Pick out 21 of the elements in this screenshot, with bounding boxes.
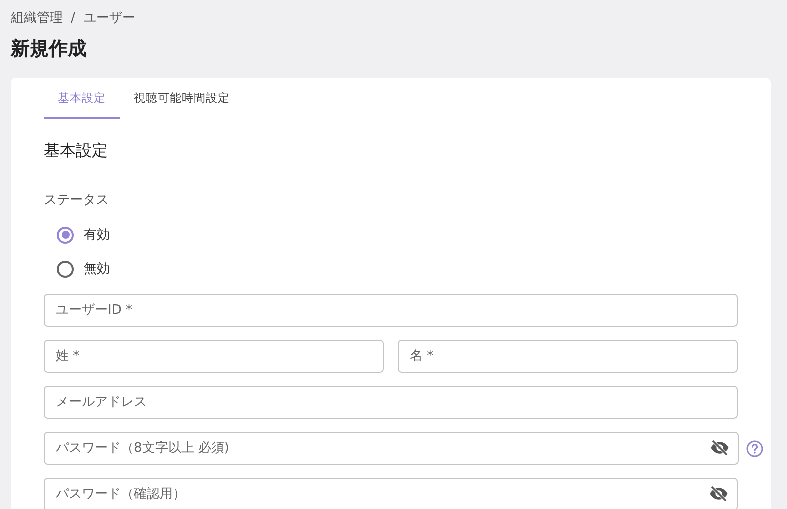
section-title: 基本設定 — [44, 140, 109, 162]
password-field[interactable]: パスワード（確認用） — [44, 478, 738, 509]
input-field[interactable]: ユーザーID * — [44, 294, 738, 327]
help-icon[interactable] — [746, 440, 764, 458]
visibility-off-icon[interactable] — [710, 438, 730, 458]
tab[interactable]: 基本設定 — [44, 78, 120, 119]
input-field[interactable]: 姓 * — [44, 340, 384, 373]
password-field[interactable]: パスワード（8文字以上 必須) — [44, 432, 739, 465]
tab[interactable]: 視聴可能時間設定 — [120, 78, 244, 119]
page-title: 新規作成 — [11, 37, 88, 62]
breadcrumb-item: ユーザー — [83, 10, 136, 27]
input-field[interactable]: メールアドレス — [44, 386, 738, 419]
visibility-off-icon[interactable] — [709, 484, 729, 504]
radio-button[interactable] — [57, 260, 74, 278]
radio-button[interactable] — [57, 226, 74, 244]
radio-label: 無効 — [84, 261, 110, 278]
input-field[interactable]: 名 * — [398, 340, 738, 373]
breadcrumb-separator: / — [71, 10, 76, 26]
radio-label: 有効 — [84, 227, 110, 244]
field-label: ステータス — [44, 192, 110, 209]
breadcrumb-item[interactable]: 組織管理 — [11, 9, 63, 27]
